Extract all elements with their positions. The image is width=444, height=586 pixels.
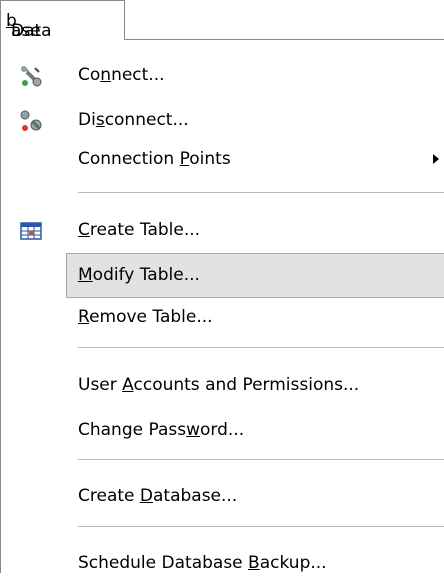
menu-item-modify-table-label: Modify Table... — [78, 265, 200, 285]
menu-item-user-accounts[interactable]: User Accounts and Permissions... — [1, 363, 444, 408]
menu-item-schedule-backup-label: Schedule Database Backup... — [78, 553, 327, 573]
menu-item-remove-table-label: Remove Table... — [78, 307, 213, 327]
menu-item-create-database-label: Create Database... — [78, 486, 238, 506]
menu-database-label: Data b ase — [6, 11, 52, 41]
menu-item-disconnect-label: Disconnect... — [78, 110, 189, 130]
submenu-arrow-icon — [433, 154, 439, 164]
connect-icon — [19, 64, 43, 88]
menu-separator — [78, 192, 444, 193]
database-menu: Connect... Disconnect... Connection Poin… — [0, 40, 444, 573]
menu-item-modify-table[interactable]: Modify Table... — [66, 253, 444, 298]
menu-item-create-table[interactable]: Create Table... — [1, 208, 444, 253]
menu-database-tab[interactable]: Data b ase — [0, 0, 125, 41]
disconnect-icon — [19, 109, 43, 133]
menu-separator — [78, 526, 444, 527]
menu-separator — [78, 347, 444, 348]
menu-item-user-accounts-label: User Accounts and Permissions... — [78, 375, 360, 395]
menu-item-create-database[interactable]: Create Database... — [1, 474, 444, 519]
create-table-icon — [19, 219, 43, 243]
menu-item-connection-points-label: Connection Points — [78, 149, 231, 169]
menu-item-connect[interactable]: Connect... — [1, 53, 444, 98]
menu-item-schedule-backup[interactable]: Schedule Database Backup... — [1, 541, 444, 586]
menu-item-change-password-label: Change Password... — [78, 420, 245, 440]
menu-separator — [78, 459, 444, 460]
menu-item-change-password[interactable]: Change Password... — [1, 408, 444, 453]
menu-item-connection-points[interactable]: Connection Points — [1, 137, 444, 182]
menu-item-remove-table[interactable]: Remove Table... — [1, 295, 444, 340]
menu-item-create-table-label: Create Table... — [78, 220, 201, 240]
menu-item-connect-label: Connect... — [78, 65, 165, 85]
